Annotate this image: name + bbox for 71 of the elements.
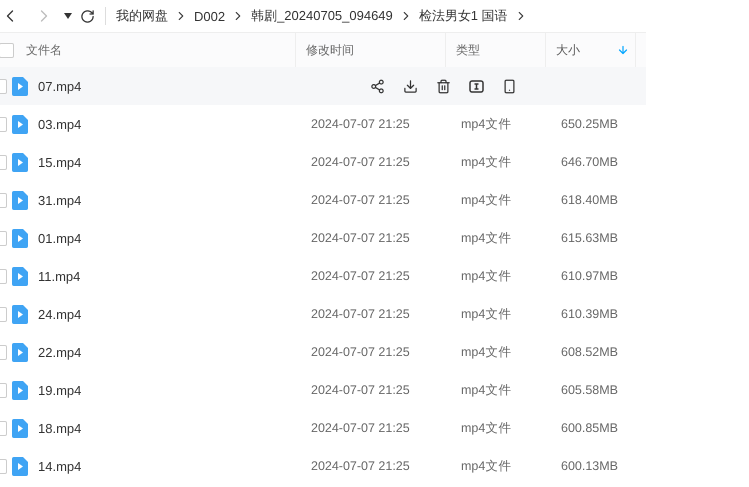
file-size: 610.39MB	[560, 307, 619, 321]
breadcrumb-link[interactable]: 检法男女1 国语	[418, 7, 508, 25]
file-size: 650.25MB	[560, 117, 619, 131]
video-file-icon	[12, 342, 28, 362]
file-name[interactable]: 22.mp4	[38, 344, 302, 360]
file-type: mp4文件	[460, 420, 512, 436]
modified-time: 2024-07-07 21:25	[310, 307, 411, 321]
file-size: 610.97MB	[560, 269, 619, 283]
file-name[interactable]: 24.mp4	[38, 306, 302, 322]
column-header[interactable]: 大小	[556, 42, 580, 58]
file-size: 600.13MB	[560, 459, 619, 473]
file-name[interactable]: 15.mp4	[38, 154, 302, 170]
delete-button[interactable]	[436, 78, 451, 94]
modified-time: 2024-07-07 21:25	[310, 383, 411, 397]
share-button[interactable]	[370, 78, 385, 94]
file-size: 600.85MB	[560, 421, 619, 435]
column-header[interactable]: 修改时间	[306, 42, 354, 58]
file-size: 608.52MB	[560, 345, 619, 359]
video-file-icon	[12, 380, 28, 400]
file-type: mp4文件	[460, 116, 512, 132]
rename-button[interactable]	[469, 78, 484, 94]
video-file-icon	[12, 228, 28, 248]
modified-time: 2024-07-07 21:25	[310, 155, 411, 169]
file-name[interactable]: 31.mp4	[38, 192, 302, 208]
sort-arrow-icon[interactable]	[617, 44, 629, 56]
file-type: mp4文件	[460, 382, 512, 398]
video-file-icon	[12, 266, 28, 286]
download-button[interactable]	[403, 78, 418, 94]
refresh-icon	[80, 8, 95, 24]
file-type: mp4文件	[460, 458, 512, 474]
video-file-icon	[12, 114, 28, 134]
modified-time: 2024-07-07 21:25	[310, 193, 411, 207]
column-header[interactable]: 文件名	[26, 42, 62, 58]
refresh-button[interactable]	[80, 8, 95, 24]
file-size: 615.63MB	[560, 231, 619, 245]
file-name[interactable]: 07.mp4	[38, 78, 302, 94]
file-size: 605.58MB	[560, 383, 619, 397]
file-name[interactable]: 19.mp4	[38, 382, 302, 398]
modified-time: 2024-07-07 21:25	[310, 459, 411, 473]
file-size: 618.40MB	[560, 193, 619, 207]
select-all-checkbox[interactable]	[0, 42, 14, 58]
video-file-icon	[12, 456, 28, 476]
breadcrumb-link[interactable]: 韩剧_20240705_094649	[251, 7, 393, 25]
video-file-icon	[12, 152, 28, 172]
file-row-hovered[interactable]: 07.mp4	[0, 67, 646, 105]
file-name[interactable]: 01.mp4	[38, 230, 302, 246]
file-type: mp4文件	[460, 192, 512, 208]
modified-time: 2024-07-07 21:25	[310, 117, 411, 131]
caret-icon[interactable]	[64, 13, 72, 19]
column-header[interactable]: 类型	[456, 42, 480, 58]
phone-button[interactable]	[502, 78, 517, 94]
breadcrumb-link[interactable]: 我的网盘	[116, 7, 168, 25]
file-type: mp4文件	[460, 344, 512, 360]
file-name[interactable]: 18.mp4	[38, 420, 302, 436]
modified-time: 2024-07-07 21:25	[310, 345, 411, 359]
file-type: mp4文件	[460, 306, 512, 322]
video-file-icon	[12, 190, 28, 210]
file-size: 646.70MB	[560, 155, 619, 169]
file-type: mp4文件	[460, 154, 512, 170]
modified-time: 2024-07-07 21:25	[310, 269, 411, 283]
file-name[interactable]: 03.mp4	[38, 116, 302, 132]
modified-time: 2024-07-07 21:25	[310, 231, 411, 245]
video-file-icon	[12, 304, 28, 324]
file-type: mp4文件	[460, 268, 512, 284]
file-name[interactable]: 14.mp4	[38, 458, 302, 474]
file-type: mp4文件	[460, 230, 512, 246]
modified-time: 2024-07-07 21:25	[310, 421, 411, 435]
file-name[interactable]: 11.mp4	[38, 268, 302, 284]
video-file-icon	[12, 76, 28, 96]
video-file-icon	[12, 418, 28, 438]
breadcrumb-link[interactable]: D002	[194, 8, 226, 24]
